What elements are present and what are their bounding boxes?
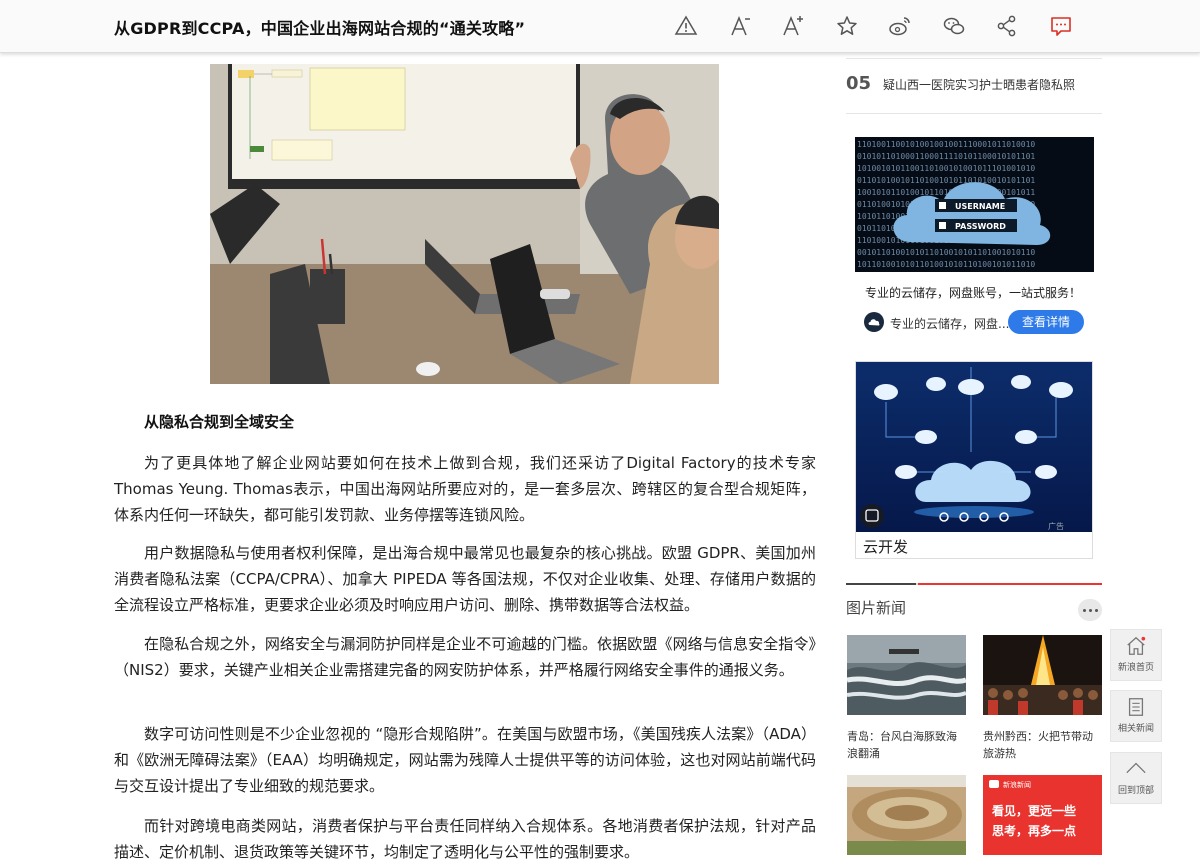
font-larger-icon[interactable] — [779, 12, 807, 40]
picture-news-heading: 图片新闻 — [846, 599, 907, 617]
sina-ad-line-2: 思考，再多一点 — [992, 823, 1076, 838]
section-heading: 从隐私合规到全域安全 — [144, 413, 295, 431]
view-details-button[interactable]: 查看详情 — [1008, 310, 1084, 334]
sina-ad-line-1: 看见，更远一些 — [992, 803, 1076, 818]
cloud-network-ad-image[interactable]: 广告 — [856, 362, 1092, 532]
home-icon — [1127, 636, 1146, 655]
favorite-star-icon[interactable] — [833, 12, 861, 40]
paragraph-5: 而针对跨境电商类网站，消费者保护与平台责任同样纳入合规体系。各地消费者保护法规，… — [114, 817, 816, 861]
sina-brand-text: 新浪新闻 — [1003, 780, 1031, 789]
warning-icon[interactable] — [672, 12, 700, 40]
sina-home-button[interactable]: 新浪首页 — [1110, 629, 1162, 681]
section-divider — [846, 583, 1102, 585]
rank-list-item[interactable]: 05 疑山西一医院实习护士晒患者隐私照 — [846, 58, 1102, 114]
svg-text:001011010010101101001010110100: 0010110100101011010010101101001010110 — [857, 248, 1035, 257]
font-smaller-icon[interactable] — [726, 12, 754, 40]
paragraph-4: 数字可访问性则是不少企业忽视的 “隐形合规陷阱”。在美国与欧盟市场，《美国残疾人… — [114, 725, 816, 795]
ad-label: 广告 — [1048, 521, 1064, 531]
ad-username-label: USERNAME — [955, 202, 1005, 211]
svg-text:010101101000110001111010110001: 0101011010001100011110101100010101101 — [857, 152, 1035, 161]
ad1-subtitle[interactable]: 专业的云储存，网盘... — [890, 315, 1009, 332]
pic-news-caption-2[interactable]: 贵州黔西：火把节带动旅游热 — [983, 728, 1103, 762]
back-to-top-label: 回到顶部 — [1117, 786, 1154, 796]
related-news-label: 相关新闻 — [1117, 724, 1154, 734]
svg-text:101101001010110100101011010010: 1011010010101101001010110100101011010 — [857, 260, 1035, 269]
article-photo — [210, 64, 719, 384]
rank-number: 05 — [846, 73, 872, 94]
sina-home-label: 新浪首页 — [1117, 663, 1154, 673]
comment-icon[interactable] — [1047, 12, 1075, 40]
cloud-logo-icon — [864, 312, 884, 332]
ad1-title[interactable]: 专业的云储存，网盘账号，一站式服务！ — [865, 284, 1081, 301]
sina-news-ad-image[interactable]: 新浪新闻 看见，更远一些 思考，再多一点 — [983, 775, 1102, 855]
top-bar: 从GDPR到CCPA，中国企业出海网站合规的“通关攻略” — [0, 0, 1200, 53]
paragraph-2: 用户数据隐私与使用者权利保障，是出海合规中最常见也最复杂的核心挑战。欧盟 GDP… — [114, 544, 816, 614]
svg-text:101001010110011010010100101110: 1010010101100110100101001011101001010 — [857, 164, 1035, 173]
paragraph-1: 为了更具体地了解企业网站要如何在技术上做到合规，我们还采访了Digital Fa… — [114, 454, 816, 524]
pic-news-image-2[interactable] — [983, 635, 1102, 715]
document-icon — [1128, 698, 1144, 716]
ad-password-label: PASSWORD — [955, 222, 1006, 231]
cloud-storage-ad-image[interactable]: 1101001100101001001001110001011010010 01… — [855, 137, 1094, 272]
svg-text:110100110010100100100111000101: 1101001100101001001001110001011010010 — [857, 140, 1035, 149]
cloud-dev-ad[interactable]: 广告 云开发 — [855, 361, 1093, 559]
pic-news-image-3[interactable] — [847, 775, 966, 855]
svg-text:011010100101101001010110101001: 0110101001011010010101101010010101101 — [857, 176, 1035, 185]
toolbar — [672, 12, 1100, 40]
rank-link[interactable]: 疑山西一医院实习护士晒患者隐私照 — [883, 76, 1075, 93]
arrow-up-icon — [1126, 762, 1146, 774]
article-title: 从GDPR到CCPA，中国企业出海网站合规的“通关攻略” — [114, 19, 526, 38]
more-options-button[interactable] — [1078, 599, 1102, 621]
back-to-top-button[interactable]: 回到顶部 — [1110, 752, 1162, 804]
related-news-button[interactable]: 相关新闻 — [1110, 690, 1162, 742]
pic-news-image-1[interactable] — [847, 635, 966, 715]
weibo-icon[interactable] — [886, 12, 914, 40]
pic-news-caption-1[interactable]: 青岛：台风白海豚致海浪翻涌 — [847, 728, 967, 762]
wechat-icon[interactable] — [940, 12, 968, 40]
ad2-caption[interactable]: 云开发 — [863, 536, 908, 557]
paragraph-3: 在隐私合规之外，网络安全与漏洞防护同样是企业不可逾越的门槛。依据欧盟《网络与信息… — [114, 635, 816, 679]
share-icon[interactable] — [993, 12, 1021, 40]
